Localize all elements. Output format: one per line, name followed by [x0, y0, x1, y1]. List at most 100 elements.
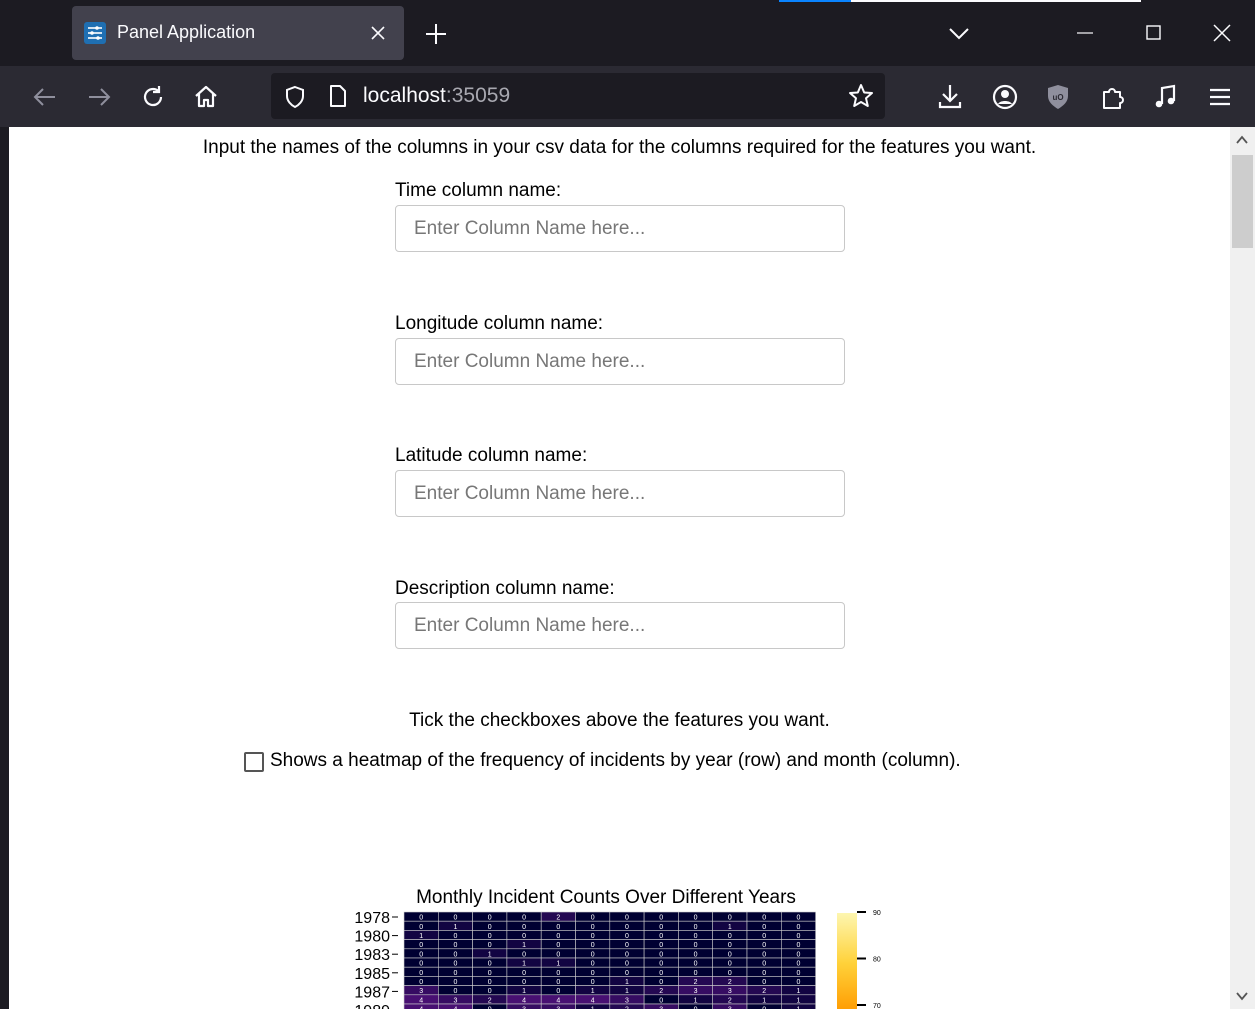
forward-arrow-icon[interactable] — [84, 82, 114, 112]
tracking-protection-shield-icon[interactable] — [283, 85, 307, 109]
heatmap-cell-label: 0 — [796, 970, 800, 977]
heatmap-cell-label: 0 — [796, 915, 800, 922]
longitude-column-input[interactable] — [395, 338, 845, 385]
heatmap-cell-label: 0 — [453, 942, 457, 949]
heatmap-cell-label: 0 — [453, 970, 457, 977]
heatmap-cell-label: 1 — [796, 997, 800, 1004]
heatmap-cell-label: 1 — [728, 924, 732, 931]
heatmap-cell-label: 0 — [762, 924, 766, 931]
heatmap-cell-label: 2 — [488, 997, 492, 1004]
y-tick-label: 1980 — [354, 929, 390, 946]
heatmap-cell-label: 4 — [522, 997, 526, 1004]
heatmap-cell-label: 0 — [591, 970, 595, 977]
page-info-icon[interactable] — [327, 84, 349, 108]
heatmap-cell-label: 0 — [453, 951, 457, 958]
heatmap-cell-label: 0 — [659, 915, 663, 922]
heatmap-chart: Monthly Incident Counts Over Different Y… — [354, 887, 881, 1009]
heatmap-cell-label: 0 — [488, 942, 492, 949]
heatmap-cell-label: 0 — [659, 970, 663, 977]
heatmap-cell-label: 1 — [591, 988, 595, 995]
tab-progress-track — [851, 0, 1141, 2]
colorbar-tick-label: 70 — [873, 1003, 881, 1009]
panel-favicon-icon — [84, 22, 106, 44]
menu-hamburger-icon[interactable] — [1205, 82, 1235, 112]
time-column-input[interactable] — [395, 205, 845, 252]
extensions-puzzle-icon[interactable] — [1098, 82, 1128, 112]
description-column-input[interactable] — [395, 602, 845, 649]
address-bar[interactable]: localhost:35059 — [271, 73, 885, 119]
colorbar — [837, 913, 857, 1009]
heatmap-cell-label: 1 — [522, 961, 526, 968]
page-scrollbar[interactable] — [1230, 127, 1255, 1009]
heatmap-cell-label: 0 — [796, 942, 800, 949]
page-content: Input the names of the columns in your c… — [9, 127, 1230, 1009]
heatmap-cell-label: 0 — [488, 988, 492, 995]
heatmap-cell-label: 0 — [522, 924, 526, 931]
account-icon[interactable] — [990, 82, 1020, 112]
heatmap-cell-label: 0 — [728, 961, 732, 968]
heatmap-cell-label: 0 — [625, 942, 629, 949]
heatmap-cell-label: 0 — [625, 961, 629, 968]
tab-progress-indicator — [779, 0, 851, 2]
heatmap-cell-label: 0 — [419, 979, 423, 986]
heatmap-cell-label: 0 — [522, 915, 526, 922]
tab-panel-application[interactable]: Panel Application — [72, 6, 404, 60]
bookmark-star-icon[interactable] — [848, 83, 874, 109]
list-all-tabs-chevron-icon[interactable] — [946, 22, 972, 44]
window-close-icon[interactable] — [1209, 21, 1235, 45]
downloads-icon[interactable] — [935, 82, 965, 112]
window-maximize-icon[interactable] — [1142, 22, 1166, 44]
y-tick-label: 1985 — [354, 966, 390, 983]
tab-close-icon[interactable] — [368, 23, 388, 43]
heatmap-cell-label: 0 — [762, 961, 766, 968]
heatmap-checkbox-label: Shows a heatmap of the frequency of inci… — [270, 749, 961, 771]
heatmap-cell-label: 0 — [591, 915, 595, 922]
longitude-column-label: Longitude column name: — [395, 313, 604, 334]
heatmap-cell-label: 0 — [625, 933, 629, 940]
heatmap-cell-label: 4 — [556, 997, 560, 1004]
heatmap-cell-label: 0 — [694, 924, 698, 931]
heatmap-cell-label: 0 — [556, 951, 560, 958]
heatmap-cell-label: 0 — [453, 961, 457, 968]
heatmap-cell-label: 0 — [762, 915, 766, 922]
tick-instructions: Tick the checkboxes above the features y… — [409, 710, 830, 731]
home-icon[interactable] — [191, 82, 221, 112]
heatmap-cell-label: 0 — [453, 915, 457, 922]
heatmap-cell-label: 1 — [522, 942, 526, 949]
heatmap-cell-label: 0 — [591, 933, 595, 940]
colorbar-tick-label: 80 — [873, 957, 881, 964]
heatmap-cell-label: 0 — [659, 942, 663, 949]
heatmap-cell-label: 0 — [694, 942, 698, 949]
scroll-down-arrow-icon[interactable] — [1235, 989, 1249, 1003]
heatmap-cell-label: 2 — [762, 988, 766, 995]
heatmap-cell-label: 0 — [556, 924, 560, 931]
heatmap-cell-label: 0 — [728, 942, 732, 949]
back-arrow-icon[interactable] — [30, 82, 60, 112]
heatmap-cell-label: 0 — [659, 924, 663, 931]
heatmap-checkbox[interactable] — [244, 752, 264, 772]
tab-bar: Panel Application — [0, 0, 1255, 66]
heatmap-cell-label: 0 — [659, 951, 663, 958]
heatmap-cell-label: 0 — [694, 970, 698, 977]
heatmap-cell-label: 0 — [796, 951, 800, 958]
heatmap-cell-label: 2 — [694, 979, 698, 986]
heatmap-cell-label: 0 — [728, 933, 732, 940]
reload-icon[interactable] — [138, 82, 168, 112]
y-tick-label: 1983 — [354, 947, 390, 964]
url-text[interactable]: localhost:35059 — [363, 84, 510, 108]
url-host: localhost — [363, 84, 446, 107]
heatmap-option[interactable]: Shows a heatmap of the frequency of inci… — [244, 749, 961, 772]
media-music-note-icon[interactable] — [1151, 82, 1181, 112]
scroll-thumb[interactable] — [1232, 155, 1253, 248]
scroll-up-arrow-icon[interactable] — [1235, 133, 1249, 147]
heatmap-cell-label: 0 — [488, 915, 492, 922]
colorbar-tick-label: 90 — [873, 910, 881, 917]
heatmap-cell-label: 0 — [694, 951, 698, 958]
url-port: :35059 — [445, 84, 511, 107]
new-tab-plus-icon[interactable] — [424, 22, 448, 46]
window-minimize-icon[interactable] — [1073, 22, 1097, 44]
latitude-column-input[interactable] — [395, 470, 845, 517]
ublock-origin-icon[interactable]: uO — [1043, 82, 1073, 112]
heatmap-cell-label: 0 — [694, 933, 698, 940]
heatmap-cell-label: 0 — [796, 979, 800, 986]
